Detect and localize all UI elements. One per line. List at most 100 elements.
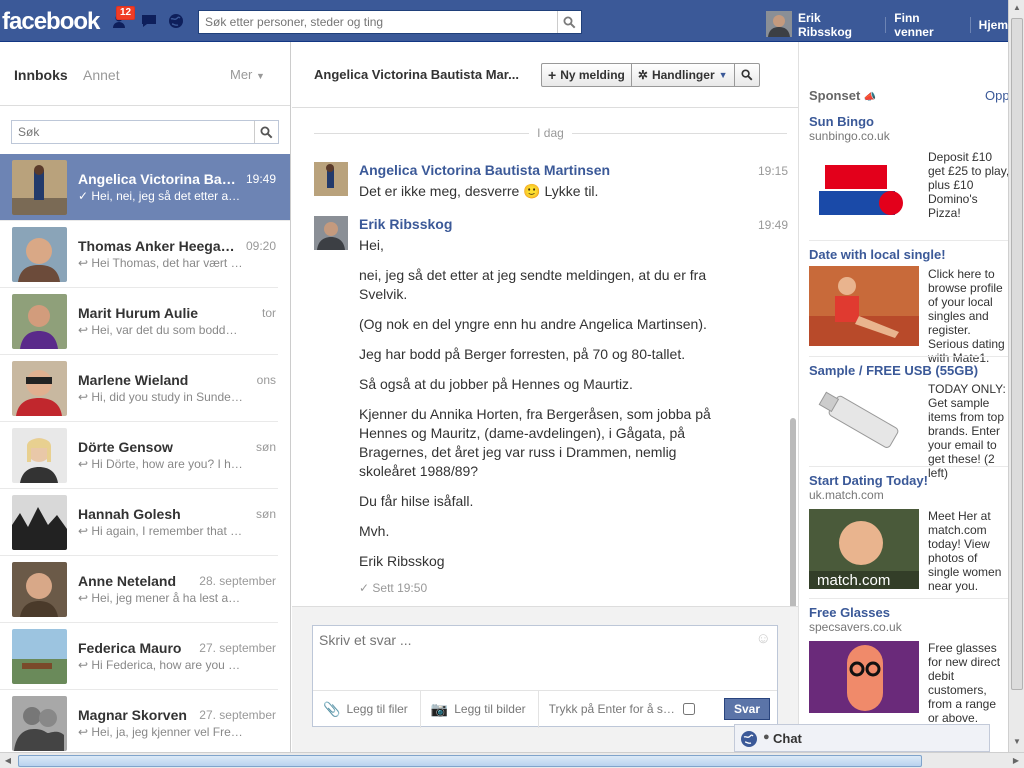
chat-status-icon: ●: [763, 731, 770, 743]
notification-badge: 12: [116, 6, 136, 20]
thread-item[interactable]: Magnar Skorven 27. september ↩ Hei, ja, …: [0, 690, 278, 752]
user-avatar[interactable]: [766, 10, 792, 37]
messages-icon[interactable]: [140, 12, 158, 30]
message-list[interactable]: I dag Angelica Victorina Bautista Martin…: [292, 108, 798, 658]
checkmark-icon: ✓: [359, 581, 370, 595]
top-search-input[interactable]: [199, 11, 555, 33]
scroll-up-arrow[interactable]: ▲: [1009, 0, 1024, 16]
thread-time: 28. september: [199, 574, 276, 588]
reply-toolbar: 📎 Legg til filer 📷 Legg til bilder Trykk p…: [313, 690, 777, 728]
search-icon[interactable]: [557, 11, 581, 33]
top-bar: facebook 12 Erik Ribsskog Finn venner Hj…: [0, 0, 1008, 42]
thread-avatar: [12, 361, 67, 416]
ad-item[interactable]: Sun Bingo sunbingo.co.uk Deposit £10 get…: [809, 108, 1008, 238]
ad-title[interactable]: Sample / FREE USB (55GB): [809, 363, 1008, 378]
conversation-title[interactable]: Angelica Victorina Bautista Mar...: [314, 67, 519, 82]
thread-list: Angelica Victorina Bautista Martinsen 19…: [0, 154, 290, 752]
thread-item[interactable]: Marlene Wieland ons ↩ Hi, did you study …: [0, 355, 278, 422]
reply-input[interactable]: [313, 626, 753, 688]
user-name-link[interactable]: Erik Ribsskog: [798, 11, 877, 39]
thread-item[interactable]: Thomas Anker Heegaard 09:20 ↩ Hei Thomas…: [0, 221, 278, 288]
ad-text: Deposit £10 get £25 to play, plus £10 Do…: [928, 150, 1008, 220]
vertical-scrollbar[interactable]: ▲ ▼: [1008, 0, 1024, 752]
thread-avatar: [12, 160, 67, 215]
search-icon[interactable]: [254, 121, 278, 143]
camera-icon: 📷: [430, 700, 449, 717]
scroll-thumb[interactable]: [18, 755, 922, 767]
inbox-search-box: [11, 120, 279, 144]
find-friends-link[interactable]: Finn venner: [894, 11, 961, 39]
conversation-actions: + Ny melding ✲ Handlinger ▼: [541, 63, 760, 87]
globe-icon[interactable]: [739, 729, 759, 749]
thread-name: Marlene Wieland: [78, 372, 189, 388]
horizontal-scrollbar[interactable]: ◀ ▶: [0, 752, 1024, 768]
thread-name: Marit Hurum Aulie: [78, 305, 199, 321]
thread-item[interactable]: Angelica Victorina Bautista Martinsen 19…: [0, 154, 290, 221]
chat-bar[interactable]: ● Chat: [734, 724, 990, 752]
thread-name: Hannah Golesh: [78, 506, 181, 522]
ad-domain: specsavers.co.uk: [809, 620, 902, 634]
more-dropdown[interactable]: Mer ▼: [230, 67, 265, 82]
chevron-down-icon: ▼: [718, 70, 728, 80]
thread-item[interactable]: Hannah Golesh søn ↩ Hi again, I remember…: [0, 489, 278, 556]
notifications-globe-icon[interactable]: [167, 12, 185, 30]
attach-photos-button[interactable]: 📷 Legg til bilder: [421, 690, 539, 728]
usb-drive-image: [809, 381, 919, 461]
ad-item[interactable]: Start Dating Today! uk.match.com match.c…: [809, 466, 1008, 596]
sender-avatar[interactable]: [314, 162, 348, 196]
tab-other[interactable]: Annet: [83, 67, 120, 83]
sender-name[interactable]: Erik Ribsskog: [359, 216, 452, 232]
thread-time: 09:20: [245, 239, 276, 253]
ad-title[interactable]: Start Dating Today!: [809, 473, 1008, 488]
tab-inbox[interactable]: Innboks: [14, 67, 68, 83]
ad-domain: uk.match.com: [809, 488, 884, 502]
send-button[interactable]: Svar: [723, 698, 770, 720]
thread-item[interactable]: Anne Neteland 28. september ↩ Hei, jeg m…: [0, 556, 278, 623]
ad-image: [809, 266, 919, 346]
message-paragraph: Du får hilse isåfall.: [359, 493, 474, 509]
new-message-button[interactable]: + Ny melding: [542, 64, 632, 86]
home-link[interactable]: Hjem: [979, 18, 1008, 32]
emoticon-icon[interactable]: ☺: [756, 630, 771, 647]
thread-item[interactable]: Federica Mauro 27. september ↩ Hi Federi…: [0, 623, 278, 690]
scroll-thumb[interactable]: [1011, 18, 1023, 690]
scroll-down-arrow[interactable]: ▼: [1009, 734, 1024, 750]
enter-to-send-checkbox[interactable]: [682, 703, 695, 715]
attach-files-button[interactable]: 📎 Legg til filer: [313, 690, 421, 728]
ad-image: [809, 641, 919, 721]
ad-title[interactable]: Free Glasses: [809, 605, 1008, 620]
ad-title[interactable]: Date with local single!: [809, 247, 1008, 262]
thread-item[interactable]: Dörte Gensow søn ↩ Hi Dörte, how are you…: [0, 422, 278, 489]
ad-title[interactable]: Sun Bingo: [809, 114, 1008, 129]
create-ad-link[interactable]: Opprett en annonse: [985, 88, 1008, 103]
conversation-search-button[interactable]: [735, 64, 759, 86]
plus-icon: +: [548, 67, 557, 83]
thread-snippet: ↩ Hei, jeg mener å ha lest at du: [78, 591, 243, 605]
sender-name[interactable]: Angelica Victorina Bautista Martinsen: [359, 162, 610, 178]
scroll-right-arrow[interactable]: ▶: [1008, 753, 1024, 768]
thread-item[interactable]: Marit Hurum Aulie tor ↩ Hei, var det du …: [0, 288, 278, 355]
ad-image: match.com: [809, 509, 919, 589]
conversation-panel: Angelica Victorina Bautista Mar... + Ny m…: [292, 42, 798, 752]
facebook-logo[interactable]: facebook: [2, 8, 100, 36]
thread-snippet: ↩ Hi again, I remember that you were: [78, 524, 243, 538]
inbox-search-input[interactable]: [12, 121, 252, 143]
thread-snippet: ↩ Hi Dörte, how are you? I hope you are …: [78, 457, 243, 471]
ad-item[interactable]: Free Glasses specsavers.co.uk Free glass…: [809, 598, 1008, 728]
more-label: Mer: [230, 67, 253, 82]
sender-avatar[interactable]: [314, 216, 348, 250]
reply-area: ☺ 📎Legg til filer 📷Legg til bilder Trykk…: [292, 606, 798, 752]
ad-item[interactable]: Date with local single! Click here to br…: [809, 240, 1008, 365]
thread-snippet: ↩ Hei, var det du som bodde på Berger: [78, 323, 243, 337]
message-paragraph: (Og nok en del yngre enn hu andre Angeli…: [359, 316, 707, 332]
scroll-left-arrow[interactable]: ◀: [0, 753, 16, 768]
enter-to-send-toggle[interactable]: Trykk på Enter for å sende: [539, 691, 699, 728]
thread-avatar: [12, 294, 67, 349]
paperclip-icon: 📎: [323, 700, 341, 717]
actions-dropdown[interactable]: ✲ Handlinger ▼: [632, 64, 735, 86]
inbox-header: Innboks Annet Mer ▼: [0, 42, 290, 106]
thread-time: 27. september: [199, 708, 276, 722]
thread-avatar: [12, 227, 67, 282]
ad-item[interactable]: Sample / FREE USB (55GB) TODAY ONLY: Get…: [809, 356, 1008, 480]
nav-separator: [969, 17, 971, 33]
